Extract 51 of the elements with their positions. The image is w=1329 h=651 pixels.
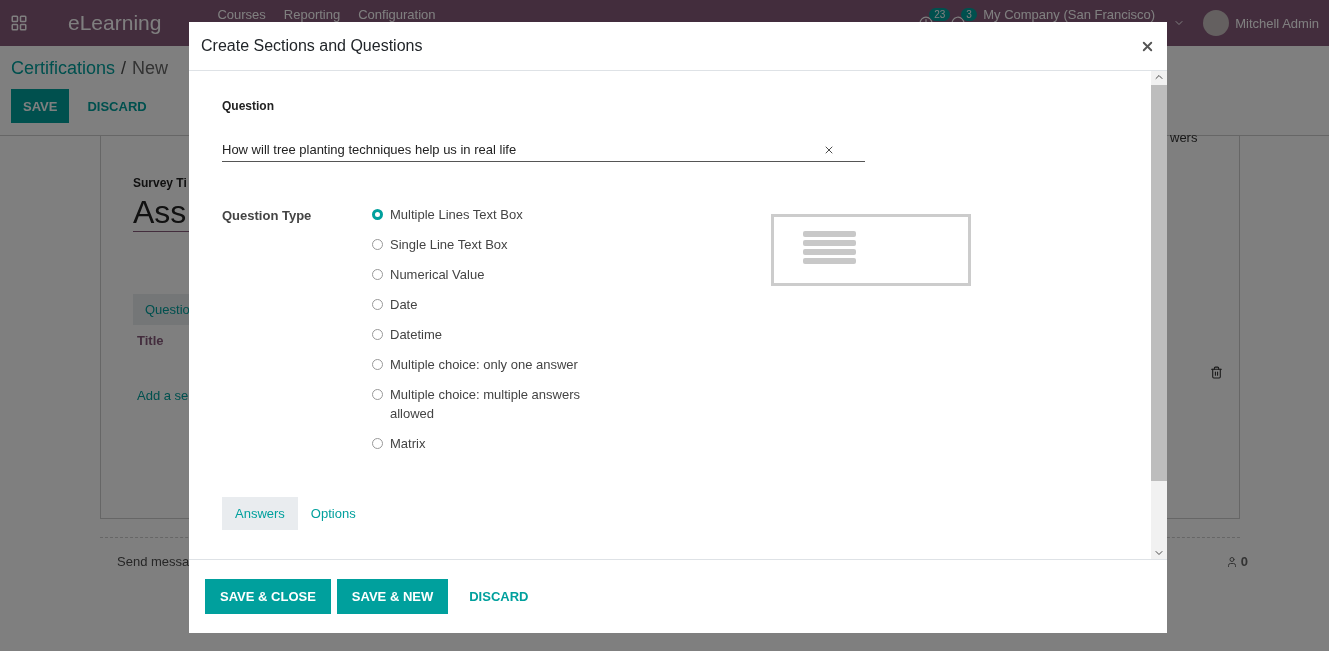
radio-button[interactable] bbox=[372, 438, 383, 449]
save-button[interactable]: SAVE & CLOSE bbox=[205, 579, 331, 614]
menu-item[interactable]: Configuration bbox=[358, 7, 436, 22]
tab[interactable]: Options bbox=[297, 497, 369, 530]
save-button[interactable]: SAVE & NEW bbox=[336, 579, 449, 614]
dialog-title: Create Sections and Questions bbox=[201, 37, 423, 55]
company-switcher[interactable]: My Company (San Francisco) bbox=[983, 7, 1156, 22]
app-name: eLearning bbox=[68, 11, 162, 35]
radio-label[interactable]: Single Line Text Box bbox=[390, 235, 590, 254]
radio-label[interactable]: Matrix bbox=[390, 434, 590, 453]
column-header: Title bbox=[137, 333, 164, 348]
radio-button[interactable] bbox=[372, 389, 383, 400]
radio-label[interactable]: Multiple Lines Text Box bbox=[390, 205, 590, 224]
radio-button[interactable] bbox=[372, 329, 383, 340]
field-label: Question Type bbox=[222, 208, 313, 225]
send-message-link[interactable]: Send messa bbox=[117, 554, 190, 569]
radio-button[interactable] bbox=[372, 269, 383, 280]
question-field[interactable]: How will tree planting techniques help us in real life bbox=[222, 138, 865, 162]
radio-label[interactable]: Datetime bbox=[390, 325, 590, 344]
follower-number: 0 bbox=[1240, 554, 1248, 569]
discard-button[interactable]: DISCARD bbox=[454, 579, 544, 614]
radio-label[interactable]: Numerical Value bbox=[390, 265, 590, 284]
field-label: Question bbox=[222, 99, 275, 113]
add-line-link[interactable]: Add a se bbox=[137, 388, 189, 403]
menu-item[interactable]: Reporting bbox=[283, 7, 341, 22]
radio-label[interactable]: Multiple choice: multiple answers allowed bbox=[390, 385, 590, 423]
radio-button[interactable] bbox=[372, 239, 383, 250]
radio-button[interactable] bbox=[372, 359, 383, 370]
question-text: How will tree planting techniques help us in real life bbox=[222, 142, 518, 157]
discard-button[interactable]: DISCARD bbox=[75, 89, 159, 123]
radio-button[interactable] bbox=[372, 209, 383, 220]
radio-label[interactable]: Date bbox=[390, 295, 590, 314]
apps-menu-icon[interactable] bbox=[10, 14, 28, 32]
field-label: Survey Ti bbox=[133, 176, 187, 190]
tab[interactable]: Answers bbox=[222, 497, 298, 530]
radio-button[interactable] bbox=[372, 299, 383, 310]
radio-label[interactable]: Multiple choice: only one answer bbox=[390, 355, 590, 374]
menu-item[interactable]: Courses bbox=[217, 7, 266, 22]
follower-icon bbox=[1225, 555, 1238, 568]
save-button[interactable]: SAVE bbox=[11, 89, 70, 123]
breadcrumb-item[interactable]: Certifications bbox=[11, 58, 116, 79]
delete-icon[interactable] bbox=[1210, 366, 1223, 379]
column-header: wers bbox=[1170, 130, 1198, 145]
activity-count: 23 bbox=[929, 8, 951, 21]
user-menu[interactable]: Mitchell Admin bbox=[1235, 15, 1319, 31]
user-avatar bbox=[1203, 10, 1230, 36]
scrollbar[interactable] bbox=[1151, 71, 1167, 559]
breadcrumb-item: New bbox=[132, 58, 169, 79]
followers-count[interactable]: 0 bbox=[1225, 554, 1248, 569]
message-count: 3 bbox=[961, 8, 977, 21]
breadcrumb-separator: / bbox=[121, 58, 127, 79]
